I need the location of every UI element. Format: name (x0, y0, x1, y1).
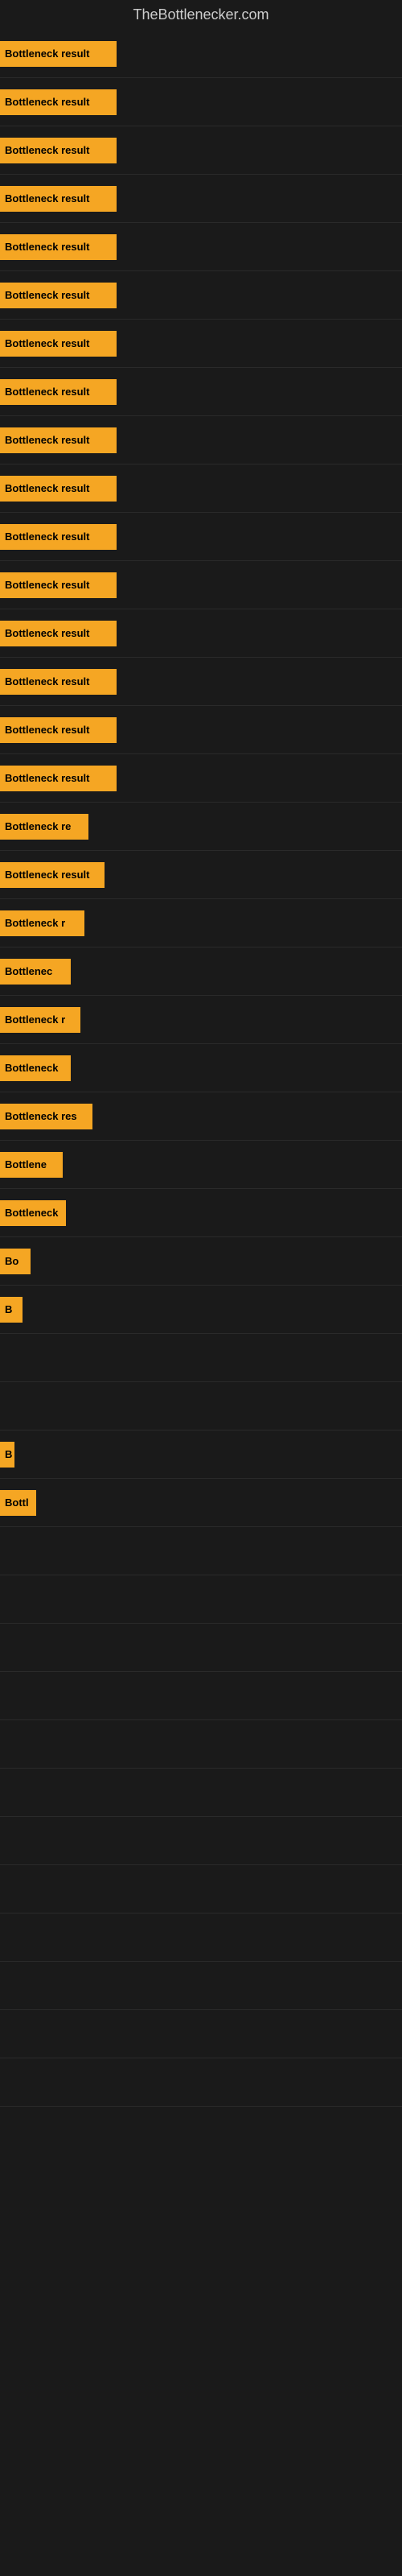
bar-row: Bottleneck result (0, 851, 402, 899)
bar-row: Bottleneck r (0, 996, 402, 1044)
bar-row: Bottleneck result (0, 320, 402, 368)
bar-row: Bottleneck result (0, 513, 402, 561)
bar-row: Bottlenec (0, 947, 402, 996)
bottleneck-result-bar[interactable]: Bottleneck result (0, 717, 117, 743)
bottleneck-result-bar[interactable]: Bottleneck result (0, 89, 117, 115)
bar-row: Bottleneck result (0, 368, 402, 416)
bar-row (0, 1720, 402, 1769)
site-title: TheBottlenecker.com (0, 0, 402, 30)
bar-row (0, 1913, 402, 1962)
bottleneck-result-bar[interactable]: Bottl (0, 1490, 36, 1516)
bar-row (0, 2058, 402, 2107)
bar-row (0, 2010, 402, 2058)
bar-row: Bottleneck result (0, 223, 402, 271)
bottleneck-result-bar[interactable]: Bottleneck (0, 1200, 66, 1226)
bar-row: Bottleneck result (0, 416, 402, 464)
bar-row (0, 1769, 402, 1817)
bottleneck-result-bar[interactable]: Bottleneck result (0, 186, 117, 212)
bottleneck-result-bar[interactable]: Bottleneck (0, 1055, 71, 1081)
bottleneck-result-bar[interactable]: Bottleneck result (0, 331, 117, 357)
bar-row (0, 1334, 402, 1382)
bar-row: B (0, 1430, 402, 1479)
bottleneck-result-bar[interactable]: Bottleneck result (0, 138, 117, 163)
bottleneck-result-bar[interactable]: Bottleneck result (0, 669, 117, 695)
bottleneck-result-bar[interactable]: Bo (0, 1249, 31, 1274)
bottleneck-result-bar[interactable]: Bottleneck r (0, 910, 84, 936)
bar-row: Bottleneck result (0, 658, 402, 706)
bar-row: Bottleneck result (0, 175, 402, 223)
bar-row: B (0, 1286, 402, 1334)
bar-row (0, 1817, 402, 1865)
bottleneck-result-bar[interactable]: Bottleneck result (0, 766, 117, 791)
bar-row: Bottleneck result (0, 271, 402, 320)
bar-row: Bottleneck res (0, 1092, 402, 1141)
bar-row: Bottleneck r (0, 899, 402, 947)
bar-row: Bottleneck result (0, 561, 402, 609)
bottleneck-result-bar[interactable]: Bottleneck result (0, 524, 117, 550)
bar-row (0, 1672, 402, 1720)
bottleneck-result-bar[interactable]: Bottleneck result (0, 572, 117, 598)
bar-row: Bottleneck re (0, 803, 402, 851)
bottleneck-result-bar[interactable]: B (0, 1297, 23, 1323)
bar-row: Bottleneck result (0, 464, 402, 513)
bar-row: Bottleneck result (0, 78, 402, 126)
bottleneck-result-bar[interactable]: Bottleneck result (0, 234, 117, 260)
bottleneck-result-bar[interactable]: Bottleneck result (0, 621, 117, 646)
bottleneck-result-bar[interactable]: Bottleneck result (0, 427, 117, 453)
bottleneck-result-bar[interactable]: Bottleneck result (0, 476, 117, 502)
bottleneck-result-bar[interactable]: Bottleneck result (0, 283, 117, 308)
bottleneck-result-bar[interactable]: Bottleneck result (0, 379, 117, 405)
bar-row (0, 1382, 402, 1430)
bottleneck-result-bar[interactable]: Bottleneck re (0, 814, 88, 840)
bar-row: Bottleneck result (0, 609, 402, 658)
bar-row (0, 1962, 402, 2010)
bar-row (0, 1865, 402, 1913)
bar-row (0, 1527, 402, 1575)
bottleneck-result-bar[interactable]: B (0, 1442, 14, 1468)
bar-row (0, 1575, 402, 1624)
bar-row: Bottlene (0, 1141, 402, 1189)
bottleneck-result-bar[interactable]: Bottleneck result (0, 41, 117, 67)
bar-row: Bottleneck result (0, 126, 402, 175)
bar-row: Bottl (0, 1479, 402, 1527)
bar-row: Bo (0, 1237, 402, 1286)
bottleneck-result-bar[interactable]: Bottleneck r (0, 1007, 80, 1033)
bottleneck-result-bar[interactable]: Bottleneck res (0, 1104, 92, 1129)
bottleneck-result-bar[interactable]: Bottlene (0, 1152, 63, 1178)
bar-row: Bottleneck (0, 1044, 402, 1092)
bottleneck-result-bar[interactable]: Bottlenec (0, 959, 71, 985)
bar-row: Bottleneck result (0, 754, 402, 803)
bar-row: Bottleneck result (0, 30, 402, 78)
bottleneck-result-bar[interactable]: Bottleneck result (0, 862, 105, 888)
bar-row: Bottleneck result (0, 706, 402, 754)
bar-row: Bottleneck (0, 1189, 402, 1237)
bar-row (0, 1624, 402, 1672)
